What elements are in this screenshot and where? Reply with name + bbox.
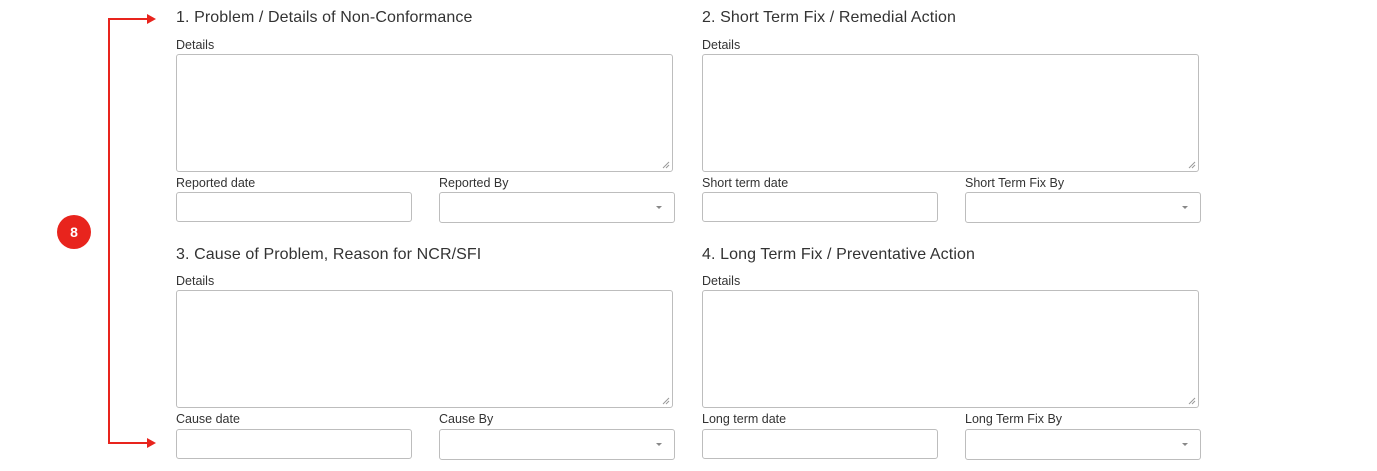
annotation-bracket-line <box>108 18 110 444</box>
ncr-form: 8 1. Problem / Details of Non-Conformanc… <box>0 0 1377 471</box>
section-long-term-fix: 4. Long Term Fix / Preventative Action D… <box>702 246 1202 466</box>
section-title: 1. Problem / Details of Non-Conformance <box>176 9 473 26</box>
details-textarea[interactable] <box>176 54 673 172</box>
arrow-right-icon <box>147 438 156 448</box>
section-title: 4. Long Term Fix / Preventative Action <box>702 246 975 263</box>
chevron-down-icon <box>656 443 662 446</box>
cause-by-label: Cause By <box>439 412 494 426</box>
section-problem: 1. Problem / Details of Non-Conformance … <box>176 9 676 229</box>
long-term-date-label: Long term date <box>702 412 787 426</box>
annotation-bracket-top <box>108 18 148 20</box>
cause-by-select[interactable] <box>439 429 675 460</box>
resize-grip-icon[interactable] <box>662 397 670 405</box>
section-title: 2. Short Term Fix / Remedial Action <box>702 9 956 26</box>
reported-date-input[interactable] <box>176 192 412 222</box>
cause-date-input[interactable] <box>176 429 412 459</box>
chevron-down-icon <box>1182 443 1188 446</box>
details-label: Details <box>176 274 215 288</box>
reported-date-label: Reported date <box>176 176 256 190</box>
short-term-date-label: Short term date <box>702 176 789 190</box>
details-textarea[interactable] <box>702 54 1199 172</box>
resize-grip-icon[interactable] <box>1188 161 1196 169</box>
resize-grip-icon[interactable] <box>1188 397 1196 405</box>
short-term-fix-by-select[interactable] <box>965 192 1201 223</box>
cause-date-label: Cause date <box>176 412 240 426</box>
long-term-fix-by-select[interactable] <box>965 429 1201 460</box>
chevron-down-icon <box>656 206 662 209</box>
short-term-fix-by-label: Short Term Fix By <box>965 176 1065 190</box>
details-label: Details <box>176 38 215 52</box>
short-term-date-input[interactable] <box>702 192 938 222</box>
annotation-bracket-bottom <box>108 442 148 444</box>
details-textarea[interactable] <box>176 290 673 408</box>
resize-grip-icon[interactable] <box>662 161 670 169</box>
section-title: 3. Cause of Problem, Reason for NCR/SFI <box>176 246 482 263</box>
long-term-fix-by-label: Long Term Fix By <box>965 412 1063 426</box>
reported-by-select[interactable] <box>439 192 675 223</box>
details-textarea[interactable] <box>702 290 1199 408</box>
details-label: Details <box>702 274 741 288</box>
section-cause: 3. Cause of Problem, Reason for NCR/SFI … <box>176 246 676 466</box>
section-short-term-fix: 2. Short Term Fix / Remedial Action Deta… <box>702 9 1202 229</box>
arrow-right-icon <box>147 14 156 24</box>
annotation-badge: 8 <box>57 215 91 249</box>
chevron-down-icon <box>1182 206 1188 209</box>
long-term-date-input[interactable] <box>702 429 938 459</box>
reported-by-label: Reported By <box>439 176 509 190</box>
details-label: Details <box>702 38 741 52</box>
